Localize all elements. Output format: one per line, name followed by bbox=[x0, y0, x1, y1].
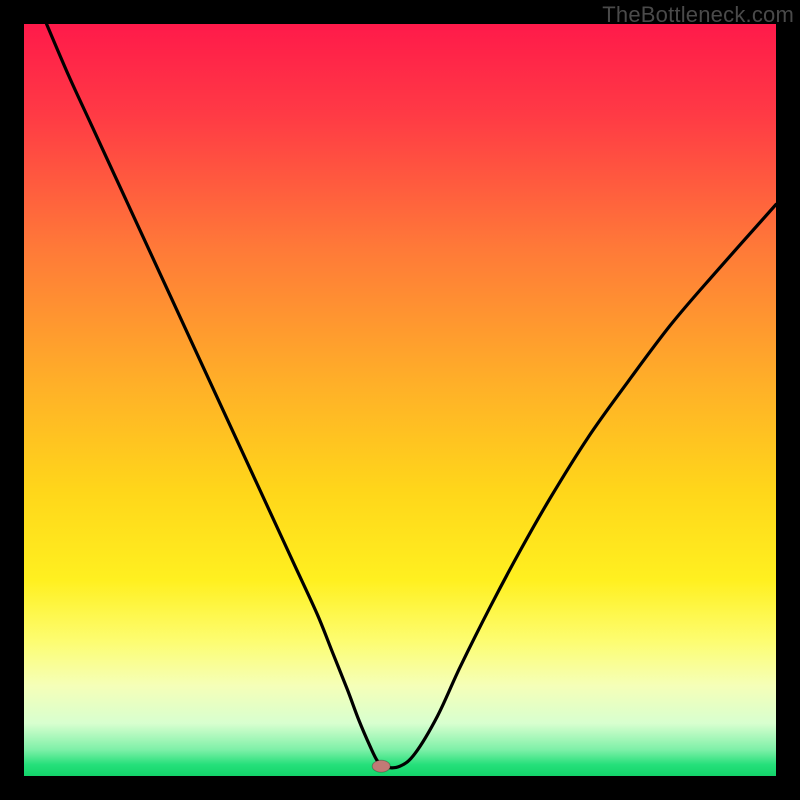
watermark-text: TheBottleneck.com bbox=[602, 2, 794, 28]
plot-area bbox=[24, 24, 776, 776]
optimal-point-marker bbox=[372, 760, 390, 772]
chart-frame bbox=[24, 24, 776, 776]
gradient-background bbox=[24, 24, 776, 776]
chart-svg bbox=[24, 24, 776, 776]
